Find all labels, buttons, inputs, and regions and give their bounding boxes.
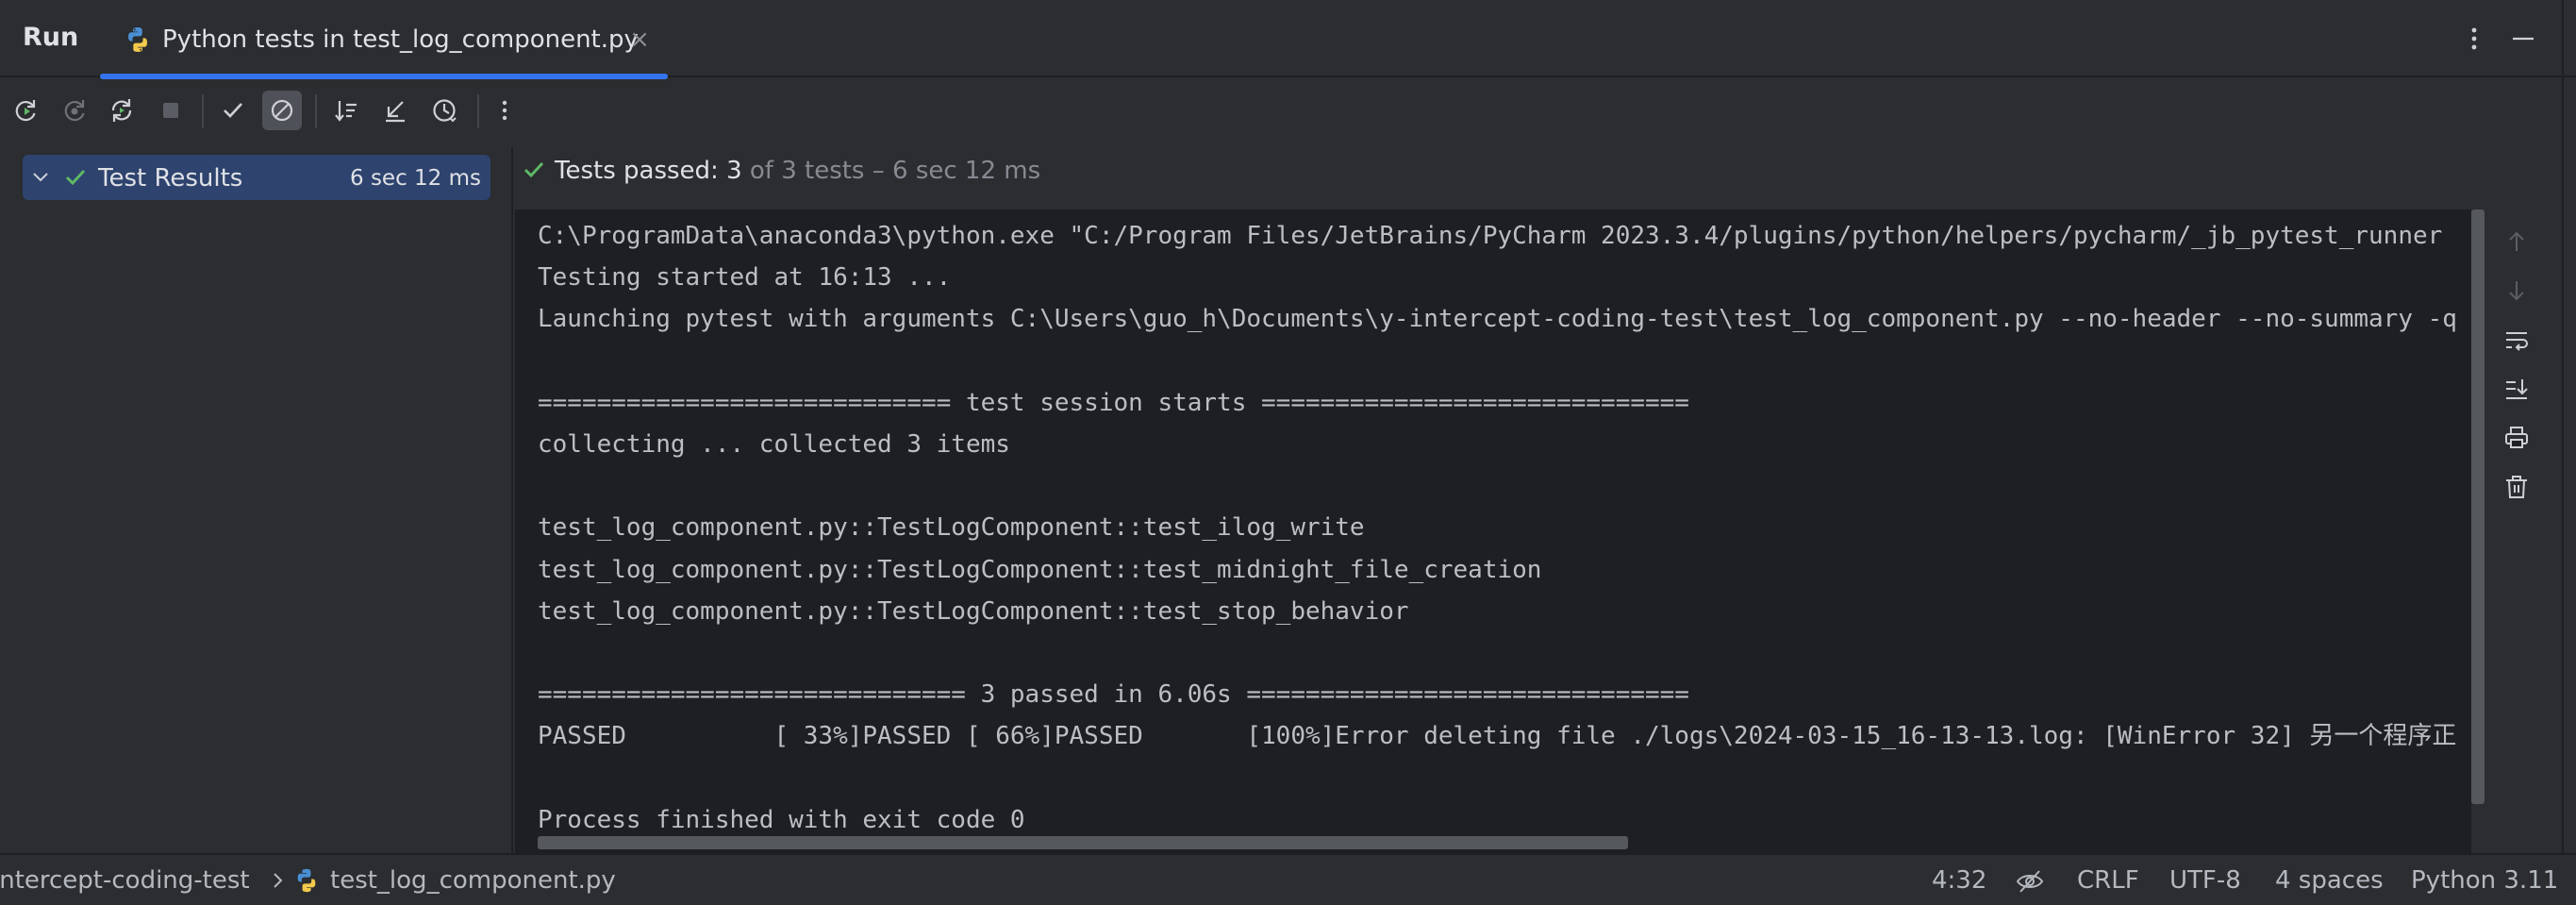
stop-icon [163, 103, 178, 118]
run-toolbar [0, 77, 2562, 147]
tests-passed-text: Tests passed: 3 [555, 157, 742, 185]
show-ignored-button[interactable] [262, 91, 302, 130]
readonly-eye-icon[interactable] [2015, 866, 2045, 897]
console-line: test_log_component.py::TestLogComponent:… [538, 555, 1542, 584]
tab-label: Python tests in test_log_component.py [162, 25, 639, 54]
breadcrumb-file[interactable]: test_log_component.py [330, 866, 616, 895]
tree-item-test-results[interactable]: Test Results 6 sec 12 ms [23, 155, 490, 200]
show-passed-button[interactable] [213, 91, 253, 130]
tool-window-header: Run Python tests in test_log_component.p… [0, 0, 2576, 79]
console-line: test_log_component.py::TestLogComponent:… [538, 596, 1409, 626]
python-file-icon [292, 866, 321, 895]
toggle-auto-test-icon [111, 99, 132, 122]
minimize-icon[interactable] [2509, 25, 2537, 53]
toolbar-separator [315, 94, 317, 128]
breadcrumb-project[interactable]: intercept-coding-test [0, 866, 250, 895]
down-arrow-icon [2509, 281, 2524, 301]
soft-wrap-icon [2506, 332, 2528, 351]
console-lines: C:\ProgramData\anaconda3\python.exe "C:/… [538, 215, 2457, 841]
trash-icon [2506, 476, 2527, 498]
console-line: collecting ... collected 3 items [538, 429, 1010, 459]
sort-alphabetically-icon [335, 101, 357, 122]
tests-detail-text: of 3 tests – 6 sec 12 ms [741, 157, 1041, 185]
print-icon [2505, 427, 2528, 448]
chevron-right-icon [270, 870, 287, 891]
print-button[interactable] [2500, 421, 2534, 455]
console-line: Testing started at 16:13 ... [538, 263, 952, 293]
console-line: PASSED [ 33%]PASSED [ 66%]PASSED [100%]E… [538, 722, 2457, 751]
stop-button[interactable] [151, 91, 191, 130]
indent-setting[interactable]: 4 spaces [2275, 866, 2384, 895]
toolbar-separator [202, 94, 204, 128]
tree-item-duration: 6 sec 12 ms [350, 166, 481, 191]
scroll-to-end-icon [2506, 379, 2528, 399]
console-line: test_log_component.py::TestLogComponent:… [538, 513, 1365, 543]
test-tree-panel: Test Results 6 sec 12 ms [0, 147, 513, 853]
close-icon[interactable]: × [626, 26, 653, 53]
tab-python-tests[interactable]: Python tests in test_log_component.py × [100, 0, 668, 79]
passed-check-icon [521, 157, 547, 183]
soft-wrap-button[interactable] [2500, 323, 2534, 357]
window-divider [2562, 0, 2564, 905]
scroll-to-end-button[interactable] [2500, 372, 2534, 406]
console-output[interactable]: C:\ProgramData\anaconda3\python.exe "C:/… [515, 209, 2471, 853]
sort-alphabetically-button[interactable] [326, 91, 366, 130]
toolbar-separator [477, 94, 479, 128]
console-line: Process finished with exit code 0 [538, 805, 1025, 834]
caret-position[interactable]: 4:32 [1932, 866, 1986, 895]
tree-item-label: Test Results [98, 164, 243, 193]
test-status-line: Tests passed: 3 of 3 tests – 6 sec 12 ms [515, 147, 2562, 204]
import-tests-button[interactable] [375, 91, 415, 130]
rerun-failed-icon [64, 100, 85, 122]
python-icon [123, 25, 153, 55]
console-line: C:\ProgramData\anaconda3\python.exe "C:/… [538, 222, 2443, 250]
run-title: Run [23, 23, 79, 52]
rerun-button[interactable] [6, 91, 45, 130]
up-arrow-button[interactable] [2500, 225, 2534, 259]
toolbar-more-button[interactable] [485, 91, 524, 130]
chevron-down-icon[interactable] [30, 166, 51, 187]
more-options-icon [502, 100, 507, 121]
line-separator[interactable]: CRLF [2077, 866, 2139, 895]
console-line: ============================= 3 passed i… [538, 680, 1689, 710]
clear-all-button[interactable] [2500, 470, 2534, 504]
python-interpreter[interactable]: Python 3.11 [2411, 866, 2558, 895]
test-summary: Tests passed: 3 of 3 tests – 6 sec 12 ms [555, 157, 1040, 185]
rerun-icon [15, 100, 36, 122]
ide-status-bar: intercept-coding-test test_log_component… [0, 853, 2576, 905]
toggle-auto-test-button[interactable] [102, 91, 141, 130]
run-tool-window: Run Python tests in test_log_component.p… [0, 0, 2576, 905]
console-line: Launching pytest with arguments C:\Users… [538, 305, 2457, 334]
rerun-failed-button[interactable] [55, 91, 94, 130]
show-ignored-icon [271, 99, 293, 122]
show-passed-icon [224, 103, 242, 118]
test-history-button[interactable] [424, 91, 464, 130]
down-arrow-button[interactable] [2500, 274, 2534, 308]
more-options-icon[interactable] [2460, 23, 2488, 55]
passed-check-icon [62, 164, 89, 191]
file-encoding[interactable]: UTF-8 [2169, 866, 2241, 895]
console-side-toolbar [2490, 209, 2562, 853]
up-arrow-icon [2509, 231, 2524, 251]
horizontal-scrollbar[interactable] [538, 836, 1628, 849]
vertical-scrollbar[interactable] [2471, 209, 2485, 804]
import-tests-icon [386, 101, 405, 123]
test-history-icon [433, 99, 457, 123]
console-line: ============================ test sessio… [538, 388, 1689, 417]
